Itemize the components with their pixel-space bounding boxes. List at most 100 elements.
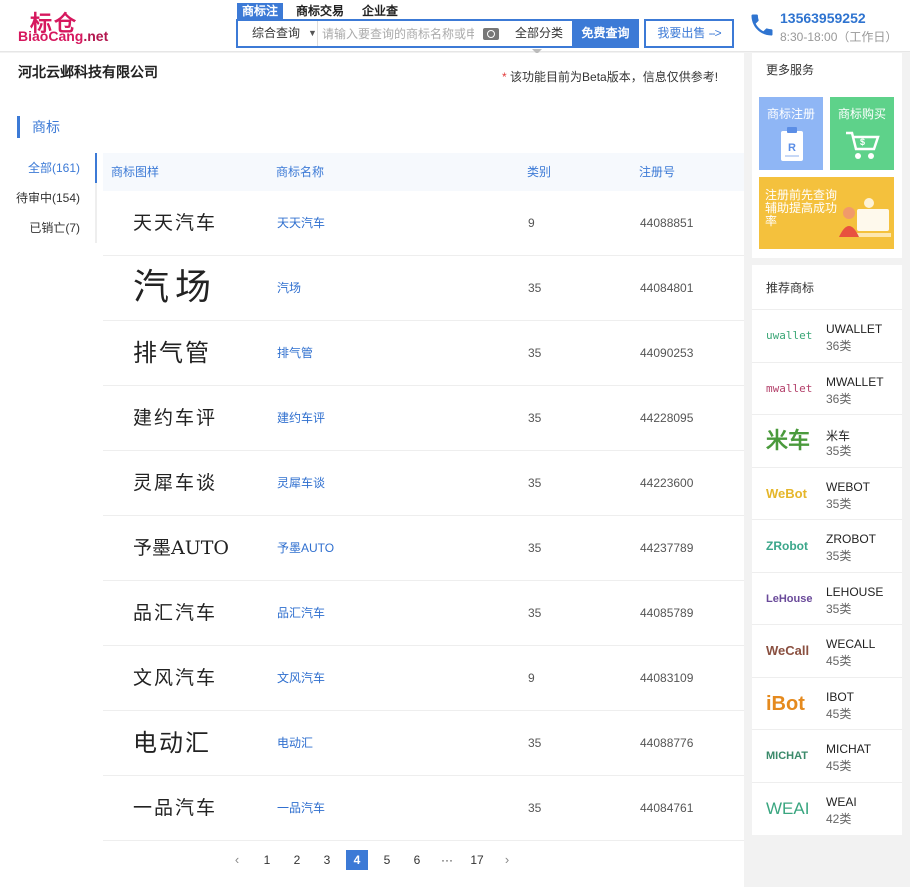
sell-button[interactable]: 我要出售 --> bbox=[644, 19, 734, 48]
trademark-class: 35 bbox=[528, 346, 542, 360]
tab-trademark-trade[interactable]: 商标交易 bbox=[291, 3, 349, 19]
trademark-name-link[interactable]: 电动汇 bbox=[277, 711, 313, 775]
trademark-name-link[interactable]: 灵犀车谈 bbox=[277, 451, 325, 515]
recommended-item[interactable]: uwallet UWALLET 36类 bbox=[752, 309, 902, 362]
page-button-current[interactable]: 4 bbox=[346, 850, 368, 870]
page-button-2[interactable]: 2 bbox=[286, 850, 308, 870]
table-row[interactable]: 天天汽车 天天汽车 9 44088851 bbox=[103, 191, 744, 256]
trademark-name-link[interactable]: 天天汽车 bbox=[277, 191, 325, 255]
trademark-image: 一品汽车 bbox=[133, 797, 218, 819]
recommended-item[interactable]: LeHouse LEHOUSE 35类 bbox=[752, 571, 902, 625]
trademark-class: 35 bbox=[528, 281, 542, 295]
trademark-name-link[interactable]: 排气管 bbox=[277, 321, 313, 385]
page-button-5[interactable]: 5 bbox=[376, 850, 398, 870]
recommended-item[interactable]: WeCall WECALL 45类 bbox=[752, 624, 902, 677]
trademark-image: 建约车评 bbox=[133, 407, 218, 429]
table-row[interactable]: 予墨AUTO 予墨AUTO 35 44237789 bbox=[103, 516, 744, 581]
recommended-class: 45类 bbox=[826, 654, 852, 668]
table-row[interactable]: 一品汽车 一品汽车 35 44084761 bbox=[103, 776, 744, 841]
tab-company-search[interactable]: 企业查 bbox=[357, 3, 403, 19]
service-register-label: 商标注册 bbox=[766, 107, 815, 121]
site-header: 标仓 BiaoCang.net 商标注 商标交易 企业查 综合查询 ▼ 全部分类 … bbox=[0, 0, 910, 54]
recommended-item[interactable]: mwallet MWALLET 36类 bbox=[752, 361, 902, 415]
registration-certificate-icon: R bbox=[781, 127, 803, 161]
recommended-item[interactable]: 米车 米车 35类 bbox=[752, 414, 902, 467]
recommended-logo: WEAI bbox=[766, 798, 810, 818]
service-register-tile[interactable]: 商标注册 R bbox=[759, 97, 823, 170]
logo-english-suffix: .net bbox=[83, 28, 109, 44]
table-row[interactable]: 汽场 汽场 35 44084801 bbox=[103, 256, 744, 321]
page-button-6[interactable]: 6 bbox=[406, 850, 428, 870]
header-reg-number: 注册号 bbox=[639, 165, 676, 179]
recommended-name: WEAI bbox=[826, 794, 857, 809]
trademark-name-link[interactable]: 汽场 bbox=[277, 256, 301, 320]
recommended-list: uwallet UWALLET 36类 mwallet MWALLET 36类 米车 米车 35… bbox=[752, 309, 902, 834]
filter-pending[interactable]: 待审中(154) bbox=[0, 183, 95, 213]
more-services-title: 更多服务 bbox=[766, 63, 815, 77]
table-row[interactable]: 品汇汽车 品汇汽车 35 44085789 bbox=[103, 581, 744, 646]
recommended-title: 推荐商标 bbox=[766, 281, 815, 295]
trademark-name-link[interactable]: 一品汽车 bbox=[277, 776, 325, 840]
table-row[interactable]: 排气管 排气管 35 44090253 bbox=[103, 321, 744, 386]
trademark-image: 汽场 bbox=[133, 267, 218, 308]
page-button-3[interactable]: 3 bbox=[316, 850, 338, 870]
recommended-item[interactable]: WeBot WEBOT 35类 bbox=[752, 466, 902, 520]
trademark-reg-number: 44228095 bbox=[640, 411, 694, 425]
table-row[interactable]: 灵犀车谈 灵犀车谈 35 44223600 bbox=[103, 451, 744, 516]
trademark-reg-number: 44083109 bbox=[640, 671, 694, 685]
trademark-image: 予墨AUTO bbox=[133, 537, 229, 559]
trademark-image: 品汇汽车 bbox=[133, 602, 218, 624]
trademark-name-link[interactable]: 予墨AUTO bbox=[277, 516, 334, 580]
filter-expired[interactable]: 已销亡(7) bbox=[0, 213, 95, 243]
search-input[interactable] bbox=[322, 21, 474, 46]
search-scope-label: 综合查询 bbox=[252, 26, 301, 40]
beta-star: * bbox=[502, 70, 507, 84]
sell-button-label: 我要出售 bbox=[657, 26, 706, 40]
filter-all[interactable]: 全部(161) bbox=[0, 153, 97, 183]
search-before-register-banner[interactable]: 注册前先查询 辅助提高成功率 bbox=[759, 177, 894, 249]
trademark-reg-number: 44088851 bbox=[640, 216, 694, 230]
table-row[interactable]: 文风汽车 文风汽车 9 44083109 bbox=[103, 646, 744, 711]
recommended-name: IBOT bbox=[826, 689, 855, 704]
chevron-left-icon[interactable]: ‹ bbox=[226, 850, 248, 870]
recommended-item[interactable]: iBot IBOT 45类 bbox=[752, 676, 902, 730]
trademark-image: 天天汽车 bbox=[133, 212, 218, 234]
trademark-name-link[interactable]: 文风汽车 bbox=[277, 646, 325, 710]
logo-english: BiaoCang.net bbox=[18, 28, 108, 44]
recommended-logo: WeBot bbox=[766, 485, 807, 501]
header-image: 商标图样 bbox=[111, 165, 160, 179]
recommended-item[interactable]: WEAI WEAI 42类 bbox=[752, 781, 902, 835]
recommended-trademarks-panel: 推荐商标 uwallet UWALLET 36类 mwallet MWALLET 36类米… bbox=[752, 265, 902, 835]
chevron-right-icon[interactable]: › bbox=[496, 850, 518, 870]
phone-icon bbox=[751, 14, 773, 36]
table-row[interactable]: 电动汇 电动汇 35 44088776 bbox=[103, 711, 744, 776]
search-button[interactable]: 免费查询 bbox=[572, 19, 639, 48]
page-button-17[interactable]: 17 bbox=[466, 850, 488, 870]
site-logo[interactable]: 标仓 BiaoCang.net bbox=[18, 6, 108, 46]
search-category-select[interactable]: 全部分类 bbox=[506, 21, 572, 54]
trademark-reg-number: 44237789 bbox=[640, 541, 694, 555]
search-scope-select[interactable]: 综合查询 ▼ bbox=[238, 21, 318, 46]
camera-icon[interactable] bbox=[483, 28, 499, 40]
recommended-name: MICHAT bbox=[826, 742, 872, 756]
main-content: 河北云邺科技有限公司 * 该功能目前为Beta版本，信息仅供参考! 商标 全部(… bbox=[0, 53, 744, 887]
service-buy-tile[interactable]: 商标购买 $ bbox=[830, 97, 894, 170]
company-name: 河北云邺科技有限公司 bbox=[18, 64, 158, 80]
trademark-name-link[interactable]: 品汇汽车 bbox=[277, 581, 325, 645]
service-buy-label: 商标购买 bbox=[837, 107, 886, 121]
page-button-1[interactable]: 1 bbox=[256, 850, 278, 870]
table-row[interactable]: 建约车评 建约车评 35 44228095 bbox=[103, 386, 744, 451]
tab-trademark-register[interactable]: 商标注 bbox=[237, 3, 284, 19]
header-name: 商标名称 bbox=[276, 165, 325, 179]
service-hours: 8:30-18:00（工作日） bbox=[780, 30, 898, 44]
search-box: 综合查询 ▼ 全部分类 免费查询 bbox=[236, 19, 639, 54]
trademark-name-link[interactable]: 建约车评 bbox=[277, 386, 325, 450]
chevron-down-icon: ▼ bbox=[308, 28, 317, 38]
recommended-class: 35类 bbox=[826, 601, 852, 616]
trademark-class: 35 bbox=[528, 411, 542, 425]
recommended-item[interactable]: ZRobot ZROBOT 35类 bbox=[752, 519, 902, 572]
recommended-class: 36类 bbox=[826, 339, 852, 353]
recommended-item[interactable]: MICHAT MICHAT 45类 bbox=[752, 729, 902, 782]
phone-number[interactable]: 13563959252 bbox=[780, 10, 866, 26]
status-filters: 全部(161) 待审中(154) 已销亡(7) bbox=[0, 153, 97, 243]
